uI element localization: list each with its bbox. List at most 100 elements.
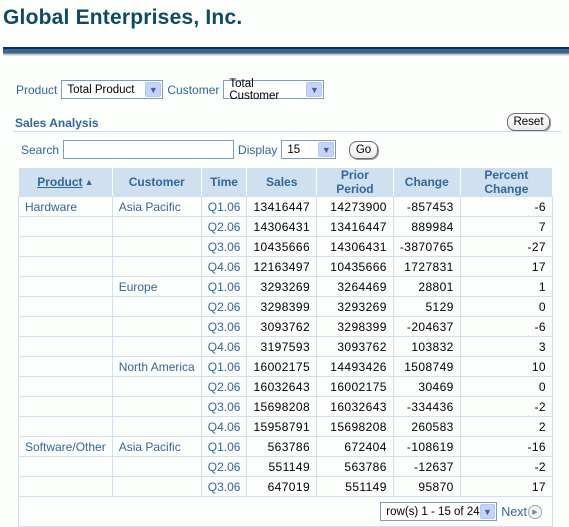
time-cell: Q4.06 [200,416,248,437]
customer-cell [111,396,202,417]
percent-change-cell: 3 [459,336,554,357]
table-row: Q3.06 647019 551149 95870 17 [18,476,554,497]
sort-product-link[interactable]: Product [37,175,82,189]
prior-period-cell: 3264469 [316,276,394,297]
prior-period-cell: 3298399 [316,316,394,337]
customer-cell [111,456,202,477]
change-cell: -12637 [392,456,461,477]
prior-period-cell: 14493426 [316,356,394,377]
product-cell [18,316,113,337]
column-header-customer: Customer [111,167,202,197]
customer-filter-label: Customer [167,82,220,97]
section-title: Sales Analysis [15,116,99,130]
customer-select-value: Total Customer [229,77,280,102]
change-cell: 30469 [392,376,461,397]
reset-button[interactable]: Reset [507,113,550,131]
chevron-down-icon[interactable]: ▼ [318,142,335,157]
time-cell: Q2.06 [200,376,248,397]
percent-change-cell: 17 [459,476,554,497]
next-label: Next [501,504,527,519]
percent-change-cell: 7 [459,216,554,237]
section-divider [13,131,561,132]
go-button[interactable]: Go [349,141,378,159]
time-cell: Q1.06 [200,356,248,377]
percent-change-cell: 0 [459,296,554,317]
page-title: Global Enterprises, Inc. [3,6,243,29]
prior-period-cell: 3293269 [316,296,394,317]
product-cell [18,356,113,377]
filter-bar: Product Total Product ▼ Customer Total C… [16,77,325,102]
column-header-prior-period: Prior Period [316,167,394,197]
change-cell: -3870765 [392,236,461,257]
sales-cell: 16002175 [246,356,318,377]
column-header-product[interactable]: Product ▲ [18,167,113,197]
change-cell: -204637 [392,316,461,337]
time-cell: Q1.06 [200,276,248,297]
column-header-sales: Sales [246,167,318,197]
sales-cell: 551149 [246,456,318,477]
time-cell: Q1.06 [200,436,248,457]
play-circle-icon[interactable]: ▶ [528,504,542,519]
change-cell: 5129 [392,296,461,317]
table-row: Q3.06 10435666 14306431 -3870765 -27 [18,236,554,257]
pagination-row: row(s) 1 - 15 of 24 ▼ Next ▶ [18,496,553,527]
percent-change-cell: 1 [459,276,554,297]
product-cell: Software/Other [18,436,113,457]
display-label: Display [238,142,278,157]
sales-cell: 3298399 [246,296,318,317]
table-row: Software/Other Asia Pacific Q1.06 563786 672… [18,436,554,457]
customer-cell [111,296,202,317]
customer-select[interactable]: Total Customer ▼ [223,77,325,102]
sales-cell: 14306431 [246,216,318,237]
table-row: North America Q1.06 16002175 14493426 150874… [18,356,554,377]
product-cell [18,456,113,477]
customer-cell: Europe [111,276,202,297]
table-row: Q2.06 16032643 16002175 30469 0 [18,376,554,397]
prior-period-cell: 551149 [316,476,394,497]
product-cell [18,416,113,437]
percent-change-cell: 10 [459,356,554,377]
sales-cell: 3293269 [246,276,318,297]
time-cell: Q4.06 [200,256,248,277]
chevron-down-icon[interactable]: ▼ [145,82,162,97]
product-cell [18,376,113,397]
table-row: Q4.06 3197593 3093762 103832 3 [18,336,554,357]
sales-table: Product ▲ Customer Time Sales Prior Perio… [18,167,554,527]
sales-cell: 10435666 [246,236,318,257]
table-row: Europe Q1.06 3293269 3264469 28801 1 [18,276,554,297]
change-cell: 1508749 [392,356,461,377]
table-row: Q2.06 14306431 13416447 889984 7 [18,216,554,237]
next-page-link[interactable]: Next ▶ [501,504,542,519]
customer-cell [111,236,202,257]
sort-ascending-icon: ▲ [84,177,94,187]
customer-cell [111,216,202,237]
product-cell [18,256,113,277]
percent-change-cell: -6 [459,316,554,337]
sales-cell: 13416447 [246,196,318,217]
change-cell: 889984 [392,216,461,237]
search-input[interactable] [63,140,235,159]
time-cell: Q3.06 [200,476,248,497]
chevron-down-icon[interactable]: ▼ [479,504,496,519]
prior-period-cell: 10435666 [316,256,394,277]
percent-change-cell: 2 [459,416,554,437]
change-cell: 103832 [392,336,461,357]
prior-period-cell: 15698208 [316,416,394,437]
percent-change-cell: 17 [459,256,554,277]
table-row: Q4.06 15958791 15698208 260583 2 [18,416,554,437]
sales-cell: 3197593 [246,336,318,357]
table-row: Hardware Asia Pacific Q1.06 13416447 1427390… [18,196,554,217]
display-count-select[interactable]: 15 ▼ [281,140,337,159]
product-cell [18,336,113,357]
product-select[interactable]: Total Product ▼ [61,80,164,99]
time-cell: Q3.06 [200,236,248,257]
product-cell [18,236,113,257]
header-divider [3,47,569,57]
row-range-select[interactable]: row(s) 1 - 15 of 24 ▼ [380,502,498,521]
display-count-value: 15 [287,143,301,156]
time-cell: Q2.06 [200,216,248,237]
chevron-down-icon[interactable]: ▼ [306,82,323,97]
pagination-cell: row(s) 1 - 15 of 24 ▼ Next ▶ [18,496,553,527]
change-cell: -857453 [392,196,461,217]
customer-cell [111,316,202,337]
